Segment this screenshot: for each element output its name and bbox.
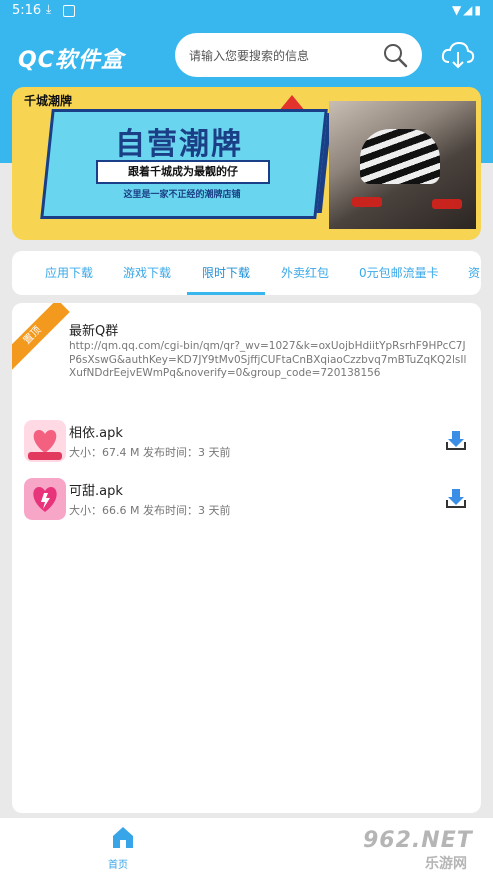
search-icon[interactable] — [382, 42, 408, 68]
watermark-subtext: 乐游网 — [425, 856, 467, 872]
pinned-ribbon: 置顶 — [12, 303, 70, 373]
tab-takeout-coupon[interactable]: 外卖红包 — [281, 251, 329, 295]
ketian-app-icon — [24, 478, 66, 520]
app-meta: 大小：67.4 M 发布时间：3 天前 — [69, 446, 231, 459]
watermark-logo: 962.NET 乐游网 — [355, 828, 485, 872]
promo-banner[interactable]: 千城潮牌 自营潮牌 跟着千城成为最靓的仔 这里是一家不正经的潮牌店铺 — [12, 87, 481, 240]
banner-main-text: 自营潮牌 — [115, 127, 243, 162]
banner-sub-text: 跟着千城成为最靓的仔 — [96, 160, 270, 184]
xiangyi-app-icon — [24, 420, 66, 462]
cloud-download-icon[interactable] — [441, 40, 475, 70]
notification-status-icon — [63, 5, 75, 17]
category-tabs: 应用下载 游戏下载 限时下载 外卖红包 0元包邮流量卡 资 — [12, 251, 481, 295]
post-link[interactable]: http://qm.qq.com/cgi-bin/qm/qr?_wv=1027&… — [69, 340, 469, 381]
app-title: QC软件盒 — [18, 48, 124, 73]
shoe-image — [360, 129, 440, 184]
shoe-heel-right — [432, 199, 462, 209]
download-list: 置顶 最新Q群 http://qm.qq.com/cgi-bin/qm/qr?_… — [12, 303, 481, 813]
list-item[interactable]: 相依.apk 大小：67.4 M 发布时间：3 天前 — [12, 420, 481, 476]
app-meta: 大小：66.6 M 发布时间：3 天前 — [69, 504, 231, 517]
tab-app-download[interactable]: 应用下载 — [45, 251, 93, 295]
app-name: 可甜.apk — [69, 484, 123, 499]
tab-game-download[interactable]: 游戏下载 — [123, 251, 171, 295]
home-icon[interactable] — [110, 824, 136, 850]
search-bar[interactable] — [175, 33, 422, 77]
shoe-heel-left — [352, 197, 382, 207]
download-status-icon: ⤓ — [46, 2, 52, 16]
search-input[interactable] — [187, 45, 376, 67]
banner-corner-title: 千城潮牌 — [24, 94, 73, 108]
tab-data-card[interactable]: 0元包邮流量卡 — [359, 251, 439, 295]
status-bar: 5:16 ⤓ ▼◢▮ — [0, 0, 493, 22]
download-icon[interactable] — [444, 486, 468, 510]
wifi-battery-icons: ▼◢▮ — [451, 3, 483, 17]
tab-limited-download[interactable]: 限时下载 — [202, 251, 250, 295]
active-tab-indicator — [187, 292, 265, 295]
app-name: 相依.apk — [69, 426, 123, 441]
tab-more[interactable]: 资 — [468, 251, 480, 295]
banner-small-text: 这里是一家不正经的潮牌店铺 — [123, 190, 241, 200]
watermark-text: 962.NET — [363, 828, 473, 853]
list-item[interactable]: 可甜.apk 大小：66.6 M 发布时间：3 天前 — [12, 478, 481, 534]
post-title: 最新Q群 — [69, 324, 119, 339]
download-icon[interactable] — [444, 428, 468, 452]
home-nav-label[interactable]: 首页 — [108, 856, 128, 871]
status-time: 5:16 — [12, 3, 42, 18]
